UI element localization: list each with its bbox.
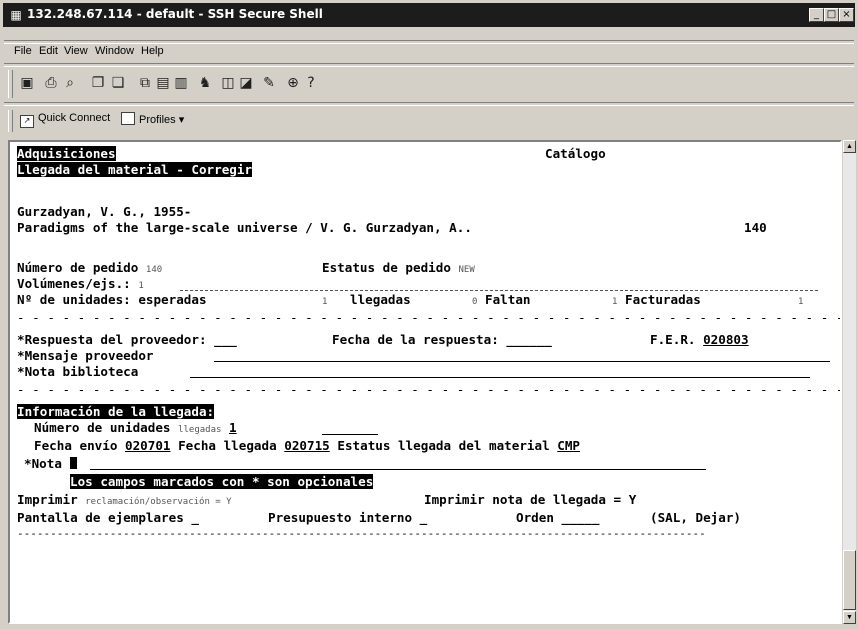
library-note-label: *Nota biblioteca (17, 364, 139, 379)
record-number: 140 (744, 220, 767, 235)
internal-budget-field[interactable]: Presupuesto interno _ (268, 510, 427, 526)
arrival-date-label: Fecha llegada (178, 438, 277, 453)
units-expected-value: 1 (322, 297, 328, 307)
print-claim-hint[interactable]: reclamación/observación = Y (85, 497, 231, 507)
provider-message-field[interactable] (214, 361, 830, 362)
scroll-up-button[interactable]: ▲ (843, 140, 856, 153)
units-arrived-label: llegadas (350, 292, 411, 307)
text-cursor (69, 457, 77, 469)
minimize-button[interactable]: _ (809, 8, 824, 22)
divider-dashes: - - - - - - - - - - - - - - - - - - - - … (17, 310, 842, 325)
folder-icon (121, 112, 135, 125)
paste2-icon[interactable]: ▤ (154, 74, 172, 92)
order-status-label: Estatus de pedido (322, 260, 451, 275)
quick-connect-bar: ↗ Quick Connect Profiles ▾ (4, 106, 854, 136)
units-count-hint: llegadas (178, 425, 222, 435)
find-icon[interactable]: ♞ (196, 74, 214, 92)
units-missing-value: 1 (612, 297, 618, 307)
title-bar[interactable]: ▦ 132.248.67.114 - default - SSH Secure … (3, 3, 855, 27)
units-count-field[interactable] (322, 434, 378, 435)
quick-connect-button[interactable]: ↗ Quick Connect (20, 112, 110, 128)
ship-date-label: Fecha envío (34, 438, 118, 453)
volumes-label: Volúmenes/ejs.: (17, 276, 131, 291)
print-icon[interactable]: ⎙ (42, 74, 60, 92)
units-count-value[interactable]: 1 (229, 420, 237, 435)
maximize-button[interactable]: □ (824, 8, 839, 22)
provider-response-field[interactable]: *Respuesta del proveedor: ___ (17, 332, 237, 348)
volumes-rule (180, 290, 818, 291)
order-number-label: Número de pedido (17, 260, 139, 275)
profiles-label: Profiles ▾ (139, 114, 185, 126)
scroll-thumb[interactable] (843, 550, 856, 610)
order-status-value: NEW (458, 265, 475, 275)
app-icon: ▦ (10, 8, 22, 22)
note-label: *Nota (24, 456, 62, 471)
order-field[interactable]: Orden _____ (516, 510, 599, 526)
order-options: (SAL, Dejar) (650, 510, 741, 525)
quickbar-grip[interactable] (8, 110, 13, 132)
catalog-label: Catálogo (545, 146, 606, 161)
window-title: 132.248.67.114 - default - SSH Secure Sh… (27, 7, 323, 21)
menu-view[interactable]: View (64, 45, 88, 57)
units-arrived-value: 0 (472, 297, 478, 307)
author-line: Gurzadyan, V. G., 1955- (17, 204, 192, 219)
copy-icon[interactable]: ❐ (89, 74, 107, 92)
material-status-label: Estatus llegada del material (337, 438, 550, 453)
quick-connect-label: Quick Connect (38, 112, 111, 124)
sftp-icon[interactable]: ◪ (237, 74, 255, 92)
paste3-icon[interactable]: ▥ (172, 74, 190, 92)
menu-file[interactable]: File (14, 45, 32, 57)
ssh-client-window: ▦ 132.248.67.114 - default - SSH Secure … (0, 0, 858, 629)
toolbar: ▣ ⎙ ⌕ ❐ ❏ ⧉ ▤ ▥ ♞ ◫ ◪ ✎ ⊕ ? (4, 66, 854, 102)
order-number-value: 140 (145, 265, 163, 275)
note-field[interactable] (90, 469, 706, 470)
copy2-icon[interactable]: ⧉ (136, 74, 154, 92)
units-missing-label: Faltan (485, 292, 531, 307)
module-label: Adquisiciones (17, 146, 116, 161)
divider-dashes-2: - - - - - - - - - - - - - - - - - - - - … (17, 382, 842, 397)
title-line: Paradigms of the large-scale universe / … (17, 220, 472, 235)
profiles-button[interactable]: Profiles ▾ (121, 112, 184, 126)
menu-help[interactable]: Help (141, 45, 164, 57)
paste-icon[interactable]: ❏ (109, 74, 127, 92)
units-expected-label: Nº de unidades: esperadas (17, 292, 207, 307)
material-status-value[interactable]: CMP (557, 438, 580, 453)
menu-bar: File Edit View Window Help (4, 44, 854, 62)
units-invoiced-label: Facturadas (625, 292, 701, 307)
print-preview-icon[interactable]: ⌕ (61, 74, 79, 92)
connect-icon[interactable]: ◫ (219, 74, 237, 92)
ship-date-value[interactable]: 020701 (125, 438, 171, 453)
copies-screen-field[interactable]: Pantalla de ejemplares _ (17, 510, 199, 526)
save-icon[interactable]: ▣ (18, 74, 36, 92)
units-count-label: Número de unidades (34, 420, 171, 435)
scroll-down-button[interactable]: ▼ (843, 611, 856, 624)
close-button[interactable]: × (839, 8, 854, 22)
provider-message-label: *Mensaje proveedor (17, 348, 154, 363)
globe-icon[interactable]: ⊕ (284, 74, 302, 92)
settings-icon[interactable]: ✎ (260, 74, 278, 92)
volumes-value: 1 (138, 281, 144, 291)
terminal-area[interactable]: Adquisiciones Catálogo Llegada del mater… (8, 140, 842, 624)
arrival-info-heading: Información de la llegada: (17, 404, 215, 419)
print-label: Imprimir (17, 492, 78, 507)
bottom-divider: ----------------------------------------… (17, 527, 706, 540)
optional-fields-message: Los campos marcados con * son opcionales (70, 474, 374, 489)
print-arrival-note[interactable]: Imprimir nota de llegada = Y (424, 492, 636, 508)
help-icon[interactable]: ? (302, 74, 320, 92)
library-note-field[interactable] (190, 377, 810, 378)
toolbar-grip[interactable] (8, 70, 13, 98)
quick-connect-icon: ↗ (20, 115, 34, 128)
fer-value[interactable]: 020803 (703, 332, 749, 347)
response-date-field[interactable]: Fecha de la respuesta: ______ (332, 332, 552, 348)
arrival-date-value[interactable]: 020715 (284, 438, 330, 453)
menu-window[interactable]: Window (95, 45, 134, 57)
screen-title: Llegada del material - Corregir (17, 162, 253, 177)
menu-edit[interactable]: Edit (39, 45, 58, 57)
fer-label: F.E.R. (650, 332, 696, 347)
terminal-scrollbar[interactable]: ▲ ▼ (843, 140, 856, 624)
units-invoiced-value: 1 (798, 297, 804, 307)
